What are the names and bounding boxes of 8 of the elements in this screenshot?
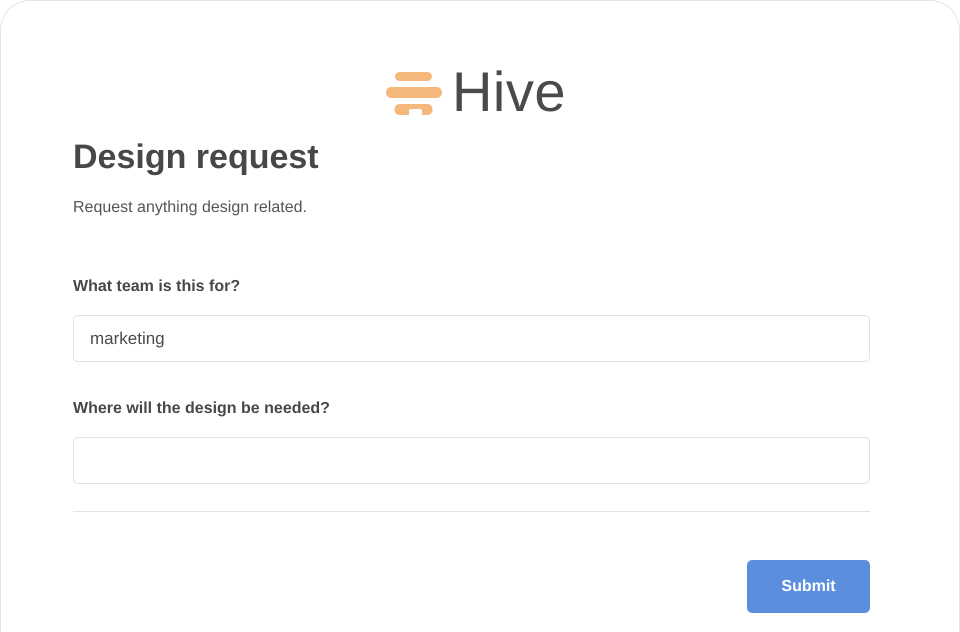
text-field[interactable] [73, 437, 870, 484]
field-label: What team is this for? [73, 277, 242, 297]
field-label: Where will the design be needed? [73, 399, 331, 419]
logo-text: Hive [452, 63, 566, 121]
logo-icon [386, 72, 442, 114]
form-title: Design request [73, 137, 320, 178]
form-description: Request anything design related. [73, 198, 308, 218]
text-field[interactable]: marketing [73, 315, 870, 362]
